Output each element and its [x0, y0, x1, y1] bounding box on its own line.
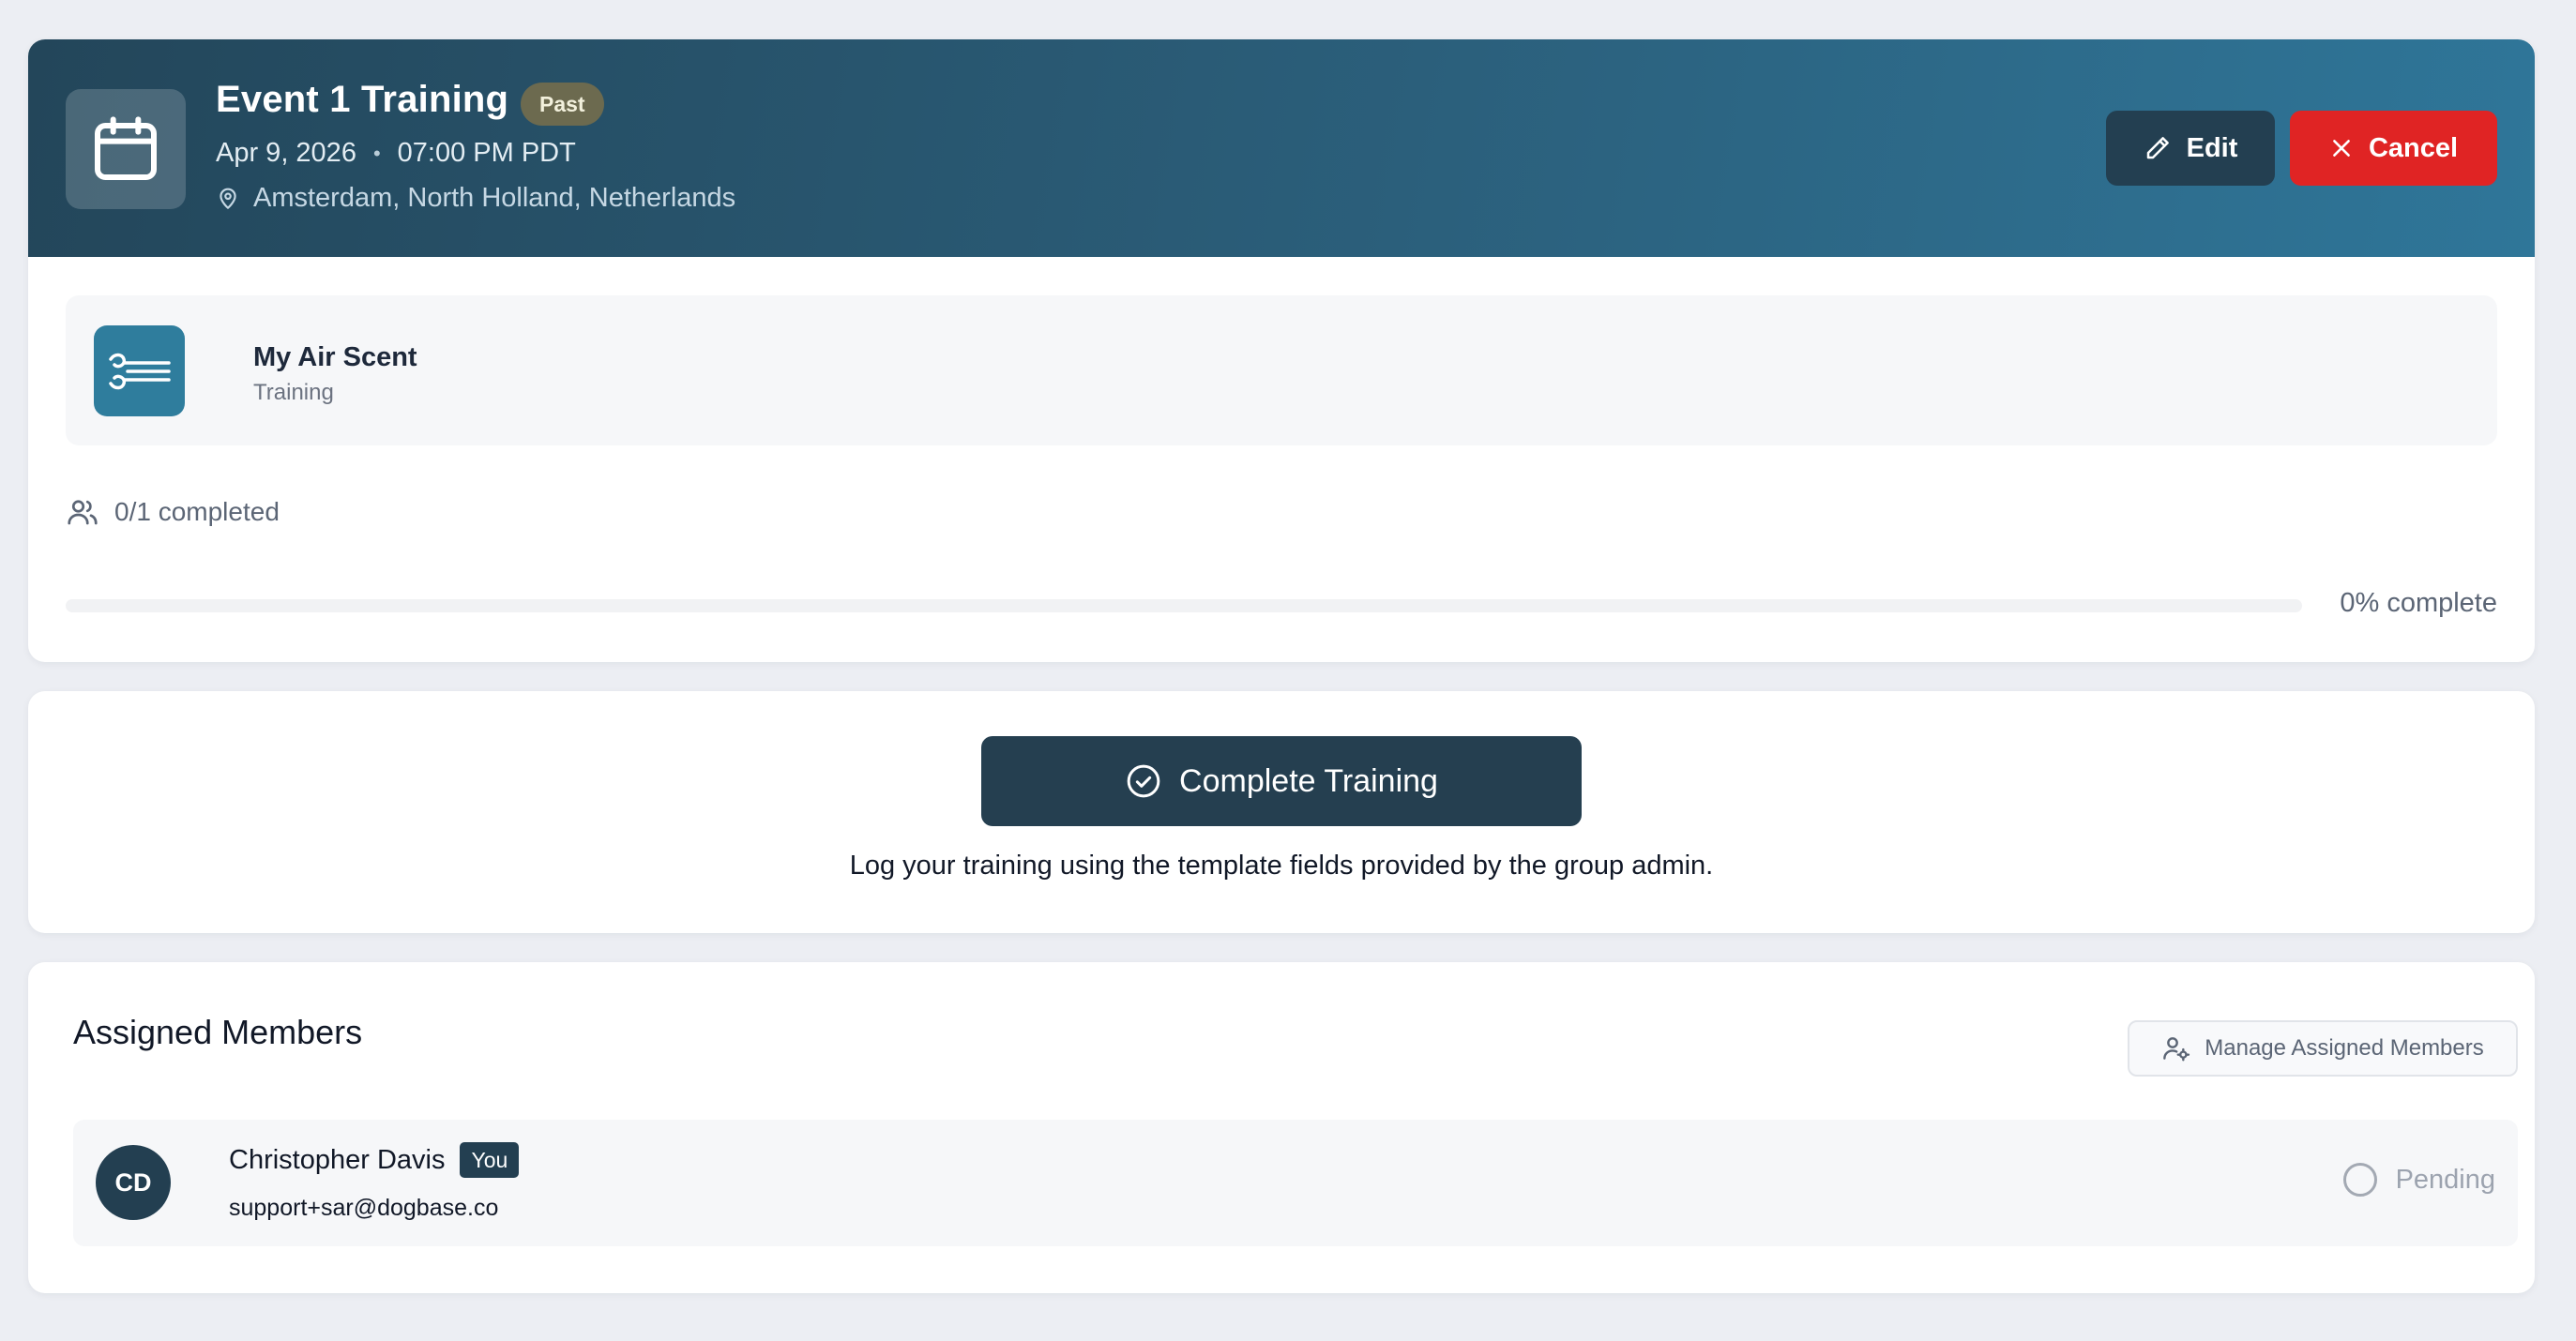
event-location: Amsterdam, North Holland, Netherlands [216, 183, 735, 214]
map-pin-icon [220, 188, 236, 209]
pending-circle-icon [2342, 1163, 2377, 1197]
calendar-icon [66, 89, 186, 209]
avatar: CD [96, 1145, 171, 1220]
edit-button[interactable]: Edit [2106, 111, 2275, 186]
assigned-members-card: Assigned Members Manage Assigned Members… [28, 962, 2535, 1293]
event-location-text: Amsterdam, North Holland, Netherlands [253, 183, 736, 213]
users-icon [68, 500, 98, 525]
member-status: Pending [2342, 1163, 2495, 1197]
cancel-button-label: Cancel [2368, 132, 2459, 163]
complete-training-hint: Log your training using the template fie… [849, 851, 1714, 881]
member-status-text: Pending [2395, 1164, 2495, 1195]
member-name-line: Christopher Davis You [229, 1142, 520, 1178]
progress-bar [66, 599, 2302, 612]
status-badge: Past [521, 83, 604, 126]
user-settings-icon [2163, 1037, 2190, 1062]
close-icon [2333, 140, 2350, 157]
completed-count: 0/1 completed [66, 495, 280, 529]
edit-button-label: Edit [2186, 132, 2238, 163]
member-name: Christopher Davis [229, 1144, 446, 1175]
cancel-button[interactable]: Cancel [2290, 111, 2497, 186]
check-circle-icon [1127, 764, 1160, 798]
event-card: Event 1 Training Past Apr 9, 2026 • 07:0… [28, 39, 2535, 662]
activity-panel: My Air Scent Training [66, 295, 2497, 445]
complete-training-label: Complete Training [1179, 762, 1438, 799]
assigned-members-title: Assigned Members [73, 1013, 363, 1051]
member-row[interactable]: CD Christopher Davis You support+sar@dog… [73, 1120, 2518, 1246]
you-badge: You [460, 1142, 520, 1178]
datetime-separator: • [372, 141, 381, 165]
activity-name: My Air Scent [253, 342, 417, 372]
member-email: support+sar@dogbase.co [229, 1195, 499, 1221]
event-time: 07:00 PM PDT [397, 138, 576, 168]
event-header: Event 1 Training Past Apr 9, 2026 • 07:0… [28, 39, 2535, 257]
completed-count-text: 0/1 completed [114, 497, 280, 526]
complete-training-button[interactable]: Complete Training [981, 736, 1582, 826]
event-datetime: Apr 9, 2026 • 07:00 PM PDT [216, 138, 576, 169]
event-title: Event 1 Training [216, 79, 509, 120]
event-date: Apr 9, 2026 [216, 138, 356, 168]
manage-members-button[interactable]: Manage Assigned Members [2128, 1020, 2518, 1077]
wind-icon [94, 325, 185, 416]
pencil-icon [2146, 137, 2169, 159]
activity-type: Training [253, 380, 334, 405]
complete-training-card: Complete Training Log your training usin… [28, 691, 2535, 933]
progress-percent-label: 0% complete [2340, 588, 2497, 618]
manage-members-label: Manage Assigned Members [2205, 1035, 2484, 1061]
